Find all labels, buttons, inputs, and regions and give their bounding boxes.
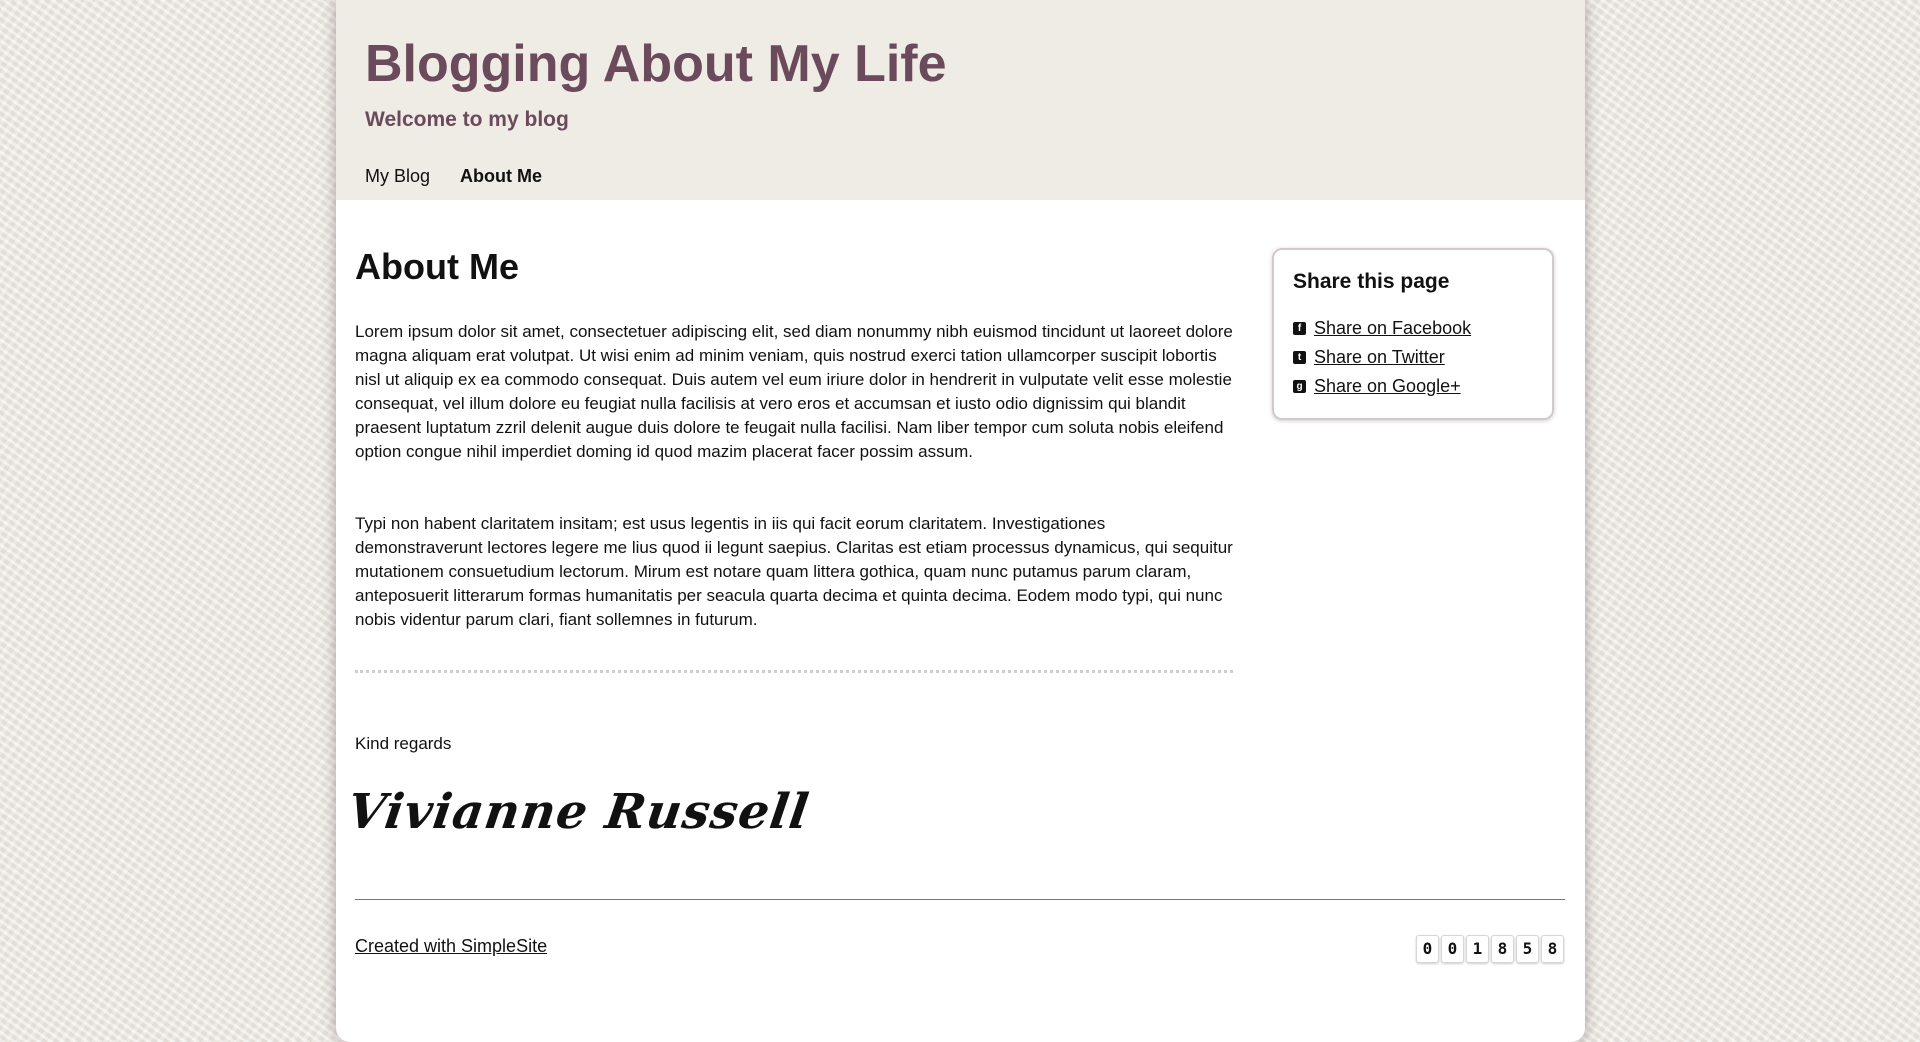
dotted-divider bbox=[355, 670, 1233, 673]
facebook-icon: f bbox=[1293, 322, 1306, 335]
site-subtitle: Welcome to my blog bbox=[365, 108, 569, 131]
share-title: Share this page bbox=[1293, 270, 1450, 293]
regards-text: Kind regards bbox=[355, 734, 452, 753]
nav-item-about-me[interactable]: About Me bbox=[460, 166, 542, 187]
paragraph-2: Typi non habent claritatem insitam; est … bbox=[355, 514, 1233, 629]
counter-digit: 0 bbox=[1441, 935, 1464, 963]
visitor-counter: 0 0 1 8 5 8 bbox=[1416, 935, 1564, 963]
share-item-facebook: f Share on Facebook bbox=[1293, 314, 1533, 343]
counter-digit: 8 bbox=[1491, 935, 1514, 963]
footer-divider bbox=[355, 899, 1565, 900]
main-content: About Me Lorem ipsum dolor sit amet, con… bbox=[344, 246, 1233, 840]
paragraph-1: Lorem ipsum dolor sit amet, consectetuer… bbox=[355, 322, 1233, 461]
main-nav: My Blog About Me bbox=[365, 166, 542, 187]
share-facebook-link[interactable]: Share on Facebook bbox=[1314, 318, 1471, 339]
page-heading: About Me bbox=[355, 246, 519, 287]
share-item-google-plus: g Share on Google+ bbox=[1293, 372, 1533, 401]
google-plus-icon: g bbox=[1293, 380, 1306, 393]
site-title[interactable]: Blogging About My Life bbox=[365, 34, 947, 94]
share-box: Share this page f Share on Facebook t Sh… bbox=[1272, 248, 1554, 420]
share-item-twitter: t Share on Twitter bbox=[1293, 343, 1533, 372]
signature: Vivianne Russell bbox=[344, 784, 813, 840]
twitter-icon: t bbox=[1293, 351, 1306, 364]
share-twitter-link[interactable]: Share on Twitter bbox=[1314, 347, 1445, 368]
counter-digit: 0 bbox=[1416, 935, 1439, 963]
counter-digit: 8 bbox=[1541, 935, 1564, 963]
share-google-plus-link[interactable]: Share on Google+ bbox=[1314, 376, 1461, 397]
page-container: Blogging About My Life Welcome to my blo… bbox=[336, 0, 1585, 1042]
site-header: Blogging About My Life Welcome to my blo… bbox=[336, 0, 1585, 200]
counter-digit: 5 bbox=[1516, 935, 1539, 963]
counter-digit: 1 bbox=[1466, 935, 1489, 963]
created-with-simplesite-link[interactable]: Created with SimpleSite bbox=[355, 936, 547, 957]
nav-item-my-blog[interactable]: My Blog bbox=[365, 166, 430, 187]
